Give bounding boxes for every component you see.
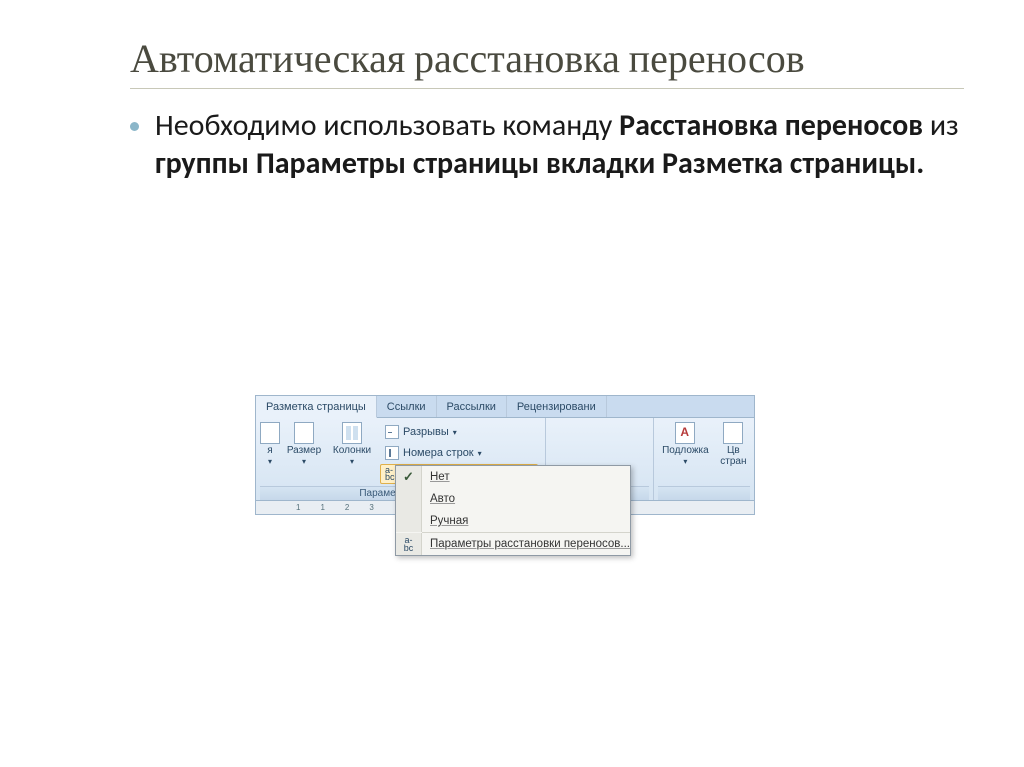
menu-item-auto[interactable]: Авто	[396, 488, 630, 510]
hyphenation-icon: a-bc	[404, 536, 414, 552]
ribbon-tabs: Разметка страницы Ссылки Рассылки Реценз…	[256, 396, 754, 418]
hyphenation-dropdown: ✓ Нет Авто Ручная a-bc Параметры расстан…	[395, 465, 631, 556]
chevron-down-icon: ▾	[268, 457, 272, 466]
size-button[interactable]: Размер ▾	[284, 420, 324, 468]
chevron-down-icon: ▾	[350, 457, 354, 466]
watermark-button[interactable]: Подложка ▾	[658, 420, 713, 468]
menu-label-options: Параметры расстановки переносов...	[422, 538, 630, 550]
page-color-label-2: стран	[720, 457, 746, 468]
menu-label-manual: Ручная	[422, 515, 468, 527]
slide-title: Автоматическая расстановка переносов	[130, 36, 964, 89]
watermark-icon	[675, 422, 695, 444]
ruler-tick: 1	[320, 503, 324, 512]
group-page-background: Подложка ▾ Цв стран	[654, 418, 754, 500]
text-plain-1: Необходимо использовать команду	[155, 107, 619, 144]
columns-button[interactable]: Колонки ▾	[328, 420, 376, 468]
size-label: Размер	[287, 446, 321, 457]
line-numbers-icon	[385, 446, 399, 460]
menu-label-auto: Авто	[422, 493, 455, 505]
menu-label-none: Нет	[422, 471, 450, 483]
chevron-down-icon: ▾	[683, 457, 687, 466]
page-color-icon	[723, 422, 743, 444]
page-color-label-1: Цв	[727, 446, 740, 457]
checkmark-icon: ✓	[403, 469, 414, 485]
ruler-tick: 1	[296, 503, 300, 512]
line-numbers-button[interactable]: Номера строк ▾	[380, 443, 538, 463]
slide-content: Автоматическая расстановка переносов Нео…	[0, 0, 1024, 182]
tab-mailings[interactable]: Рассылки	[437, 396, 507, 417]
watermark-label: Подложка	[662, 446, 709, 457]
breaks-label: Разрывы	[403, 426, 449, 438]
ruler-tick: 3	[369, 503, 373, 512]
bullet-row: Необходимо использовать команду Расстано…	[130, 107, 964, 182]
text-bold-2: группы Параметры страницы вкладки Размет…	[155, 145, 924, 182]
menu-item-options[interactable]: a-bc Параметры расстановки переносов...	[396, 533, 630, 555]
chevron-down-icon: ▾	[478, 449, 482, 458]
menu-item-manual[interactable]: Ручная	[396, 510, 630, 532]
breaks-icon	[385, 425, 399, 439]
orientation-label-trunc: я	[267, 446, 272, 457]
orientation-button[interactable]: я ▾	[260, 420, 280, 468]
tab-references[interactable]: Ссылки	[377, 396, 437, 417]
chevron-down-icon: ▾	[302, 457, 306, 466]
menu-item-none[interactable]: ✓ Нет	[396, 466, 630, 488]
tab-review[interactable]: Рецензировани	[507, 396, 607, 417]
chevron-down-icon: ▾	[453, 428, 457, 437]
ruler-tick: 2	[345, 503, 349, 512]
page-color-button[interactable]: Цв стран	[717, 420, 750, 469]
text-plain-2: из	[930, 107, 959, 144]
line-numbers-label: Номера строк	[403, 447, 474, 459]
breaks-button[interactable]: Разрывы ▾	[380, 422, 538, 442]
columns-icon	[342, 422, 362, 444]
body-text: Необходимо использовать команду Расстано…	[155, 107, 964, 182]
page-icon	[294, 422, 314, 444]
text-bold-1: Расстановка переносов	[619, 107, 930, 144]
bullet-icon	[130, 122, 139, 131]
columns-label: Колонки	[333, 446, 371, 457]
tab-page-layout[interactable]: Разметка страницы	[256, 396, 377, 418]
page-icon	[260, 422, 280, 444]
